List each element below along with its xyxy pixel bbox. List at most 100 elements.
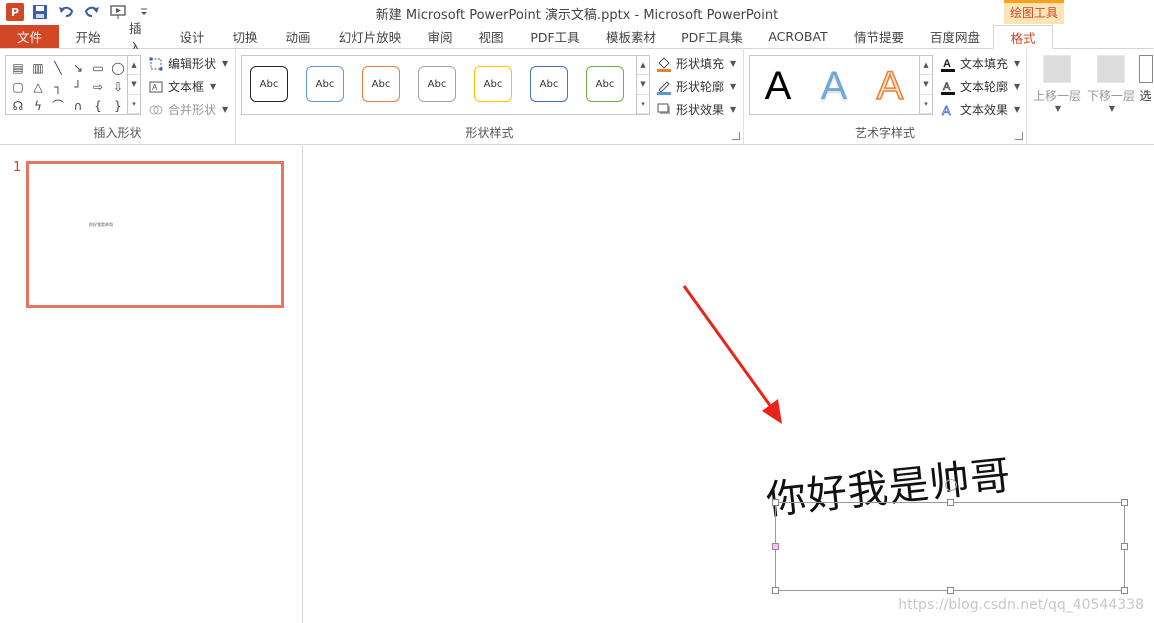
- shapes-gallery-scroll[interactable]: ▲ ▼ ▾: [127, 56, 140, 114]
- tab-design[interactable]: 设计: [165, 25, 219, 48]
- text-selection-box[interactable]: [772, 499, 1128, 594]
- edit-shape-button[interactable]: 编辑形状 ▼: [148, 55, 228, 72]
- group-label-shape-styles: 形状样式: [465, 126, 514, 140]
- text-box-button[interactable]: A 文本框 ▼: [148, 78, 216, 95]
- drawing-tools-context-header: 绘图工具: [1004, 0, 1064, 24]
- shapes-gallery[interactable]: ▤ ▥ ╲ ↘ ▭ ◯ ▢ △ ┐ ┘ ⇨ ⇩ ☊ ϟ ⌒ ∩ { } ▲ ▼ …: [5, 55, 141, 115]
- scroll-down-icon[interactable]: ▼: [920, 75, 932, 95]
- resize-handle-bottom-right[interactable]: [1121, 587, 1128, 594]
- selection-pane-button[interactable]: 选: [1137, 55, 1154, 104]
- dialog-launcher-icon[interactable]: [1015, 132, 1023, 140]
- scroll-up-icon[interactable]: ▲: [920, 56, 932, 76]
- shape-fill-button[interactable]: 形状填充 ▼: [656, 55, 736, 72]
- shape-style-swatch[interactable]: Abc: [418, 66, 456, 102]
- elbow-connector-shape-icon[interactable]: ┐: [48, 77, 68, 96]
- wordart-styles-gallery[interactable]: A A A ▲ ▼ ▾: [749, 55, 933, 115]
- shape-style-swatch[interactable]: Abc: [306, 66, 344, 102]
- freeform-shape-icon[interactable]: ☊: [8, 96, 28, 115]
- gallery-more-icon[interactable]: ▾: [920, 95, 932, 114]
- right-brace-shape-icon[interactable]: }: [108, 96, 128, 115]
- textbox-shape-icon[interactable]: ▤: [8, 58, 28, 77]
- rectangle-shape-icon[interactable]: ▭: [88, 58, 108, 77]
- tab-storyboarding[interactable]: 情节提要: [841, 25, 917, 48]
- tab-pdf-toolset[interactable]: PDF工具集: [669, 25, 755, 48]
- tab-pdf-tools[interactable]: PDF工具: [517, 25, 593, 48]
- rounded-rect-shape-icon[interactable]: ▢: [8, 77, 28, 96]
- gallery-more-icon[interactable]: ▾: [128, 95, 140, 114]
- block-arrow-right-shape-icon[interactable]: ⇨: [88, 77, 108, 96]
- tab-review[interactable]: 审阅: [415, 25, 465, 48]
- wordart-gallery-scroll[interactable]: ▲ ▼ ▾: [919, 56, 932, 114]
- scroll-down-icon[interactable]: ▼: [128, 75, 140, 95]
- tab-slideshow[interactable]: 幻灯片放映: [325, 25, 415, 48]
- csdn-watermark: https://blog.csdn.net/qq_40544338: [898, 597, 1144, 613]
- tab-home[interactable]: 开始: [59, 25, 117, 48]
- resize-handle-bottom-left[interactable]: [772, 587, 779, 594]
- dialog-launcher-icon[interactable]: [732, 132, 740, 140]
- scroll-up-icon[interactable]: ▲: [637, 56, 649, 76]
- left-brace-shape-icon[interactable]: {: [88, 96, 108, 115]
- tab-baidu-netdisk[interactable]: 百度网盘: [917, 25, 993, 48]
- bring-forward-icon: [1043, 55, 1071, 83]
- shape-styles-gallery[interactable]: Abc Abc Abc Abc Abc Abc Abc ▲ ▼ ▾: [241, 55, 650, 115]
- tab-template-materials[interactable]: 模板素材: [593, 25, 669, 48]
- gallery-more-icon[interactable]: ▾: [637, 95, 649, 114]
- triangle-shape-icon[interactable]: △: [28, 77, 48, 96]
- tab-view[interactable]: 视图: [465, 25, 517, 48]
- resize-handle-bottom-middle[interactable]: [947, 587, 954, 594]
- send-backward-button[interactable]: 下移一层 ▼: [1085, 55, 1137, 113]
- chevron-down-icon: ▼: [222, 105, 229, 114]
- scroll-down-icon[interactable]: ▼: [637, 75, 649, 95]
- tab-file[interactable]: 文件: [0, 25, 59, 48]
- chevron-down-icon: ▼: [1014, 105, 1021, 114]
- merge-shapes-button[interactable]: 合并形状 ▼: [148, 101, 228, 118]
- tab-transitions[interactable]: 切换: [219, 25, 271, 48]
- shape-style-swatch[interactable]: Abc: [250, 66, 288, 102]
- shape-style-swatch[interactable]: Abc: [586, 66, 624, 102]
- line-shape-icon[interactable]: ╲: [48, 58, 68, 77]
- resize-handle-top-right[interactable]: [1121, 499, 1128, 506]
- text-effects-button[interactable]: A 文本效果 ▼: [940, 101, 1021, 118]
- resize-handle-middle-right[interactable]: [1121, 543, 1128, 550]
- block-arrow-down-shape-icon[interactable]: ⇩: [108, 77, 128, 96]
- svg-text:A: A: [152, 83, 158, 92]
- tab-insert[interactable]: 插入: [117, 21, 165, 55]
- resize-handle-top-left[interactable]: [772, 499, 779, 506]
- merge-shapes-icon: [148, 102, 164, 118]
- chevron-down-icon: ▼: [730, 59, 737, 68]
- tab-acrobat[interactable]: ACROBAT: [755, 25, 841, 48]
- chevron-down-icon: ▼: [730, 105, 737, 114]
- slide-thumbnail[interactable]: 你好我是帅哥: [26, 161, 284, 308]
- text-fill-button[interactable]: A 文本填充 ▼: [940, 55, 1020, 72]
- wordart-style-black[interactable]: A: [756, 60, 800, 112]
- tab-format[interactable]: 格式: [993, 25, 1053, 49]
- shape-style-swatch[interactable]: Abc: [530, 66, 568, 102]
- tab-animations[interactable]: 动画: [271, 25, 325, 48]
- shape-styles-gallery-scroll[interactable]: ▲ ▼ ▾: [636, 56, 649, 114]
- slide-canvas[interactable]: 你好我是帅哥 https://blog.csdn.net/qq_40544338: [304, 146, 1154, 623]
- bring-forward-button[interactable]: 上移一层 ▼: [1031, 55, 1083, 113]
- wordart-style-orange-outline[interactable]: A: [868, 60, 912, 112]
- wordart-style-blue[interactable]: A: [812, 60, 856, 112]
- shape-effects-button[interactable]: 形状效果 ▼: [656, 101, 736, 118]
- curve-shape-icon[interactable]: ∩: [68, 96, 88, 115]
- vertical-textbox-shape-icon[interactable]: ▥: [28, 58, 48, 77]
- shape-style-swatch[interactable]: Abc: [362, 66, 400, 102]
- text-outline-button[interactable]: A 文本轮廓 ▼: [940, 78, 1020, 95]
- selection-pane-icon: [1138, 55, 1153, 83]
- scribble-shape-icon[interactable]: ϟ: [28, 96, 48, 115]
- oval-shape-icon[interactable]: ◯: [108, 58, 128, 77]
- group-shape-styles: Abc Abc Abc Abc Abc Abc Abc ▲ ▼ ▾ 形状填充 ▼ …: [236, 49, 744, 145]
- rotate-handle-icon[interactable]: [945, 479, 957, 491]
- resize-handle-top-middle[interactable]: [947, 499, 954, 506]
- elbow-arrow-shape-icon[interactable]: ┘: [68, 77, 88, 96]
- title-bar: P 新建 Microsoft PowerPoint 演示文稿.pptx - Mi…: [0, 0, 1154, 25]
- shape-style-swatch[interactable]: Abc: [474, 66, 512, 102]
- shape-outline-button[interactable]: 形状轮廓 ▼: [656, 78, 736, 95]
- arrow-line-shape-icon[interactable]: ↘: [68, 58, 88, 77]
- adjust-handle[interactable]: [772, 543, 779, 550]
- arc-shape-icon[interactable]: ⌒: [48, 96, 68, 115]
- scroll-up-icon[interactable]: ▲: [128, 56, 140, 76]
- slides-thumbnail-panel[interactable]: 1 你好我是帅哥: [0, 146, 303, 623]
- edit-shape-icon: [148, 56, 164, 72]
